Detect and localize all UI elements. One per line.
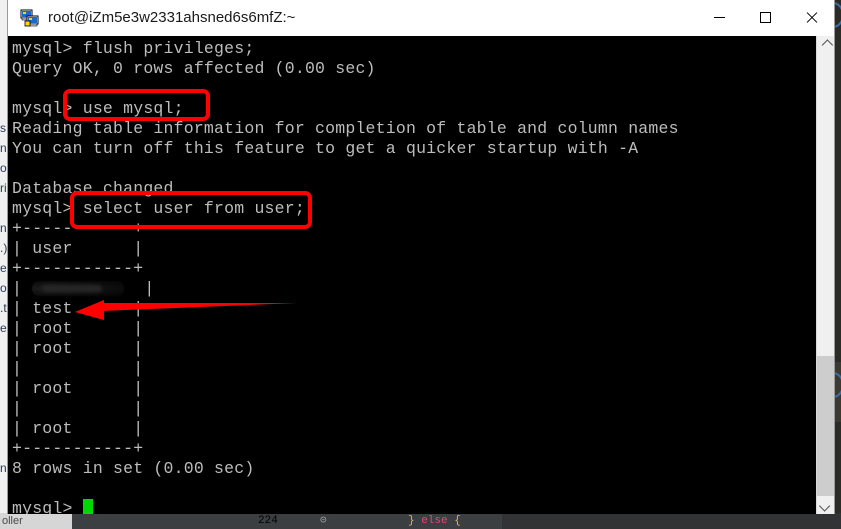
terminal-line: | | bbox=[12, 279, 802, 299]
screen-root: s n ol ri nd.) e o .t e. nd oller 224 ⊝ } else { bbox=[0, 0, 841, 529]
window-controls bbox=[696, 0, 834, 35]
chevron-down-icon bbox=[818, 499, 830, 512]
terminal-line: mysql> select user from user; bbox=[12, 199, 305, 218]
window-title: root@iZm5e3w2331ahsned6s6mfZ:~ bbox=[48, 9, 296, 26]
putty-window: root@iZm5e3w2331ahsned6s6mfZ:~ mysql> fl… bbox=[8, 0, 834, 514]
close-button[interactable] bbox=[788, 0, 834, 35]
terminal-cursor bbox=[82, 499, 93, 514]
terminal-line-text: | bbox=[124, 279, 155, 298]
scrollbar-thumb[interactable] bbox=[817, 356, 834, 496]
terminal-scrollbar[interactable] bbox=[816, 36, 834, 514]
terminal-line: +-----------+ bbox=[12, 259, 144, 278]
chevron-up-icon bbox=[821, 38, 833, 51]
minimize-button[interactable] bbox=[696, 0, 742, 35]
terminal-line: | test | bbox=[12, 299, 144, 318]
terminal-line: Database changed bbox=[12, 179, 174, 198]
terminal-line: | | bbox=[12, 359, 144, 378]
background-code-brace-close: { bbox=[447, 515, 461, 527]
terminal-line: Query OK, 0 rows affected (0.00 sec) bbox=[12, 59, 376, 78]
terminal-line: | root | bbox=[12, 379, 144, 398]
background-code-line-number: 224 bbox=[258, 515, 278, 527]
terminal-line: You can turn off this feature to get a q… bbox=[12, 139, 639, 158]
background-code-keyword: else bbox=[421, 515, 448, 527]
terminal-line-text: | bbox=[12, 279, 33, 298]
background-taskbar-label: oller bbox=[2, 515, 23, 527]
terminal-line: mysql> bbox=[12, 499, 802, 514]
terminal-prompt: mysql> bbox=[12, 499, 83, 514]
terminal-line: | root | bbox=[12, 319, 144, 338]
maximize-icon bbox=[759, 12, 771, 23]
scroll-up-button[interactable] bbox=[817, 36, 834, 53]
redacted-username bbox=[32, 281, 125, 296]
terminal-line: 8 rows in set (0.00 sec) bbox=[12, 459, 255, 478]
terminal-line: | root | bbox=[12, 419, 144, 438]
terminal-line: | root | bbox=[12, 339, 144, 358]
background-code-brace-open: } bbox=[408, 515, 422, 527]
minimize-icon bbox=[713, 17, 725, 18]
maximize-button[interactable] bbox=[742, 0, 788, 35]
scroll-down-button[interactable] bbox=[817, 497, 834, 514]
close-icon bbox=[805, 11, 818, 24]
terminal-line: +-----------+ bbox=[12, 439, 144, 458]
title-bar[interactable]: root@iZm5e3w2331ahsned6s6mfZ:~ bbox=[8, 0, 834, 36]
background-code-fold-icon: ⊝ bbox=[320, 515, 327, 527]
terminal-line: mysql> use mysql; bbox=[12, 99, 184, 118]
terminal-output: mysql> flush privileges; Query OK, 0 rows… bbox=[12, 39, 802, 514]
terminal-line: +-----------+ bbox=[12, 219, 144, 238]
terminal-line: | | bbox=[12, 399, 144, 418]
terminal-line: | user | bbox=[12, 239, 144, 258]
terminal-area[interactable]: mysql> flush privileges; Query OK, 0 rows… bbox=[8, 36, 834, 514]
background-code-snippet: } else { bbox=[408, 513, 461, 529]
terminal-line: mysql> flush privileges; bbox=[12, 39, 255, 58]
terminal-line: Reading table information for completion… bbox=[12, 119, 679, 138]
putty-terminal-icon bbox=[20, 8, 40, 28]
